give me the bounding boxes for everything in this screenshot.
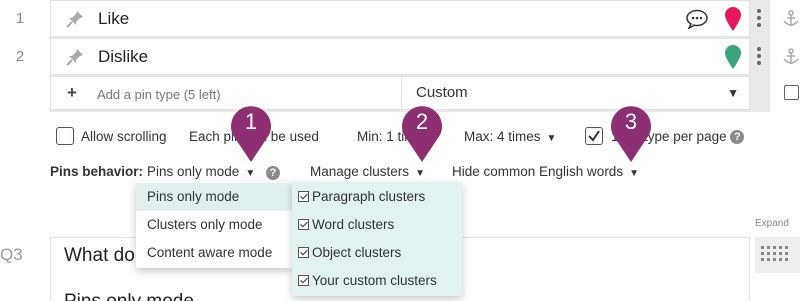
pushpin-icon[interactable]	[66, 10, 84, 28]
menu-item-label: Paragraph clusters	[312, 189, 426, 204]
expand-link[interactable]: Expand	[755, 218, 789, 229]
question-number: Q3	[0, 245, 23, 264]
pin-row-like: 1 Like	[0, 0, 799, 38]
callout-number: 3	[624, 109, 638, 134]
pins-behavior-label: Pins behavior:	[50, 164, 144, 179]
callout-number: 2	[415, 109, 429, 134]
help-icon[interactable]: ?	[266, 166, 280, 180]
menu-item-label: Your custom clusters	[312, 273, 437, 288]
manage-clusters-select[interactable]: Manage clusters ▼	[310, 164, 425, 179]
menu-item-paragraph-clusters[interactable]: Paragraph clusters	[292, 183, 462, 211]
pins-behavior-value: Pins only mode	[147, 164, 240, 179]
anchor-icon[interactable]	[782, 10, 800, 28]
help-icon[interactable]: ?	[730, 130, 745, 145]
hide-words-select[interactable]: Hide common English words ▼	[452, 164, 639, 179]
chevron-down-icon: ▼	[245, 168, 256, 179]
grid-view-button[interactable]	[755, 237, 800, 273]
max-select-value: Max: 4 times	[464, 129, 541, 144]
checkbox-icon	[298, 191, 309, 202]
drag-handle-icon[interactable]	[752, 0, 766, 37]
pin-label[interactable]: Like	[98, 9, 129, 29]
menu-item-pins-only[interactable]: Pins only mode	[136, 183, 292, 211]
pin-marker-icon[interactable]	[724, 44, 742, 70]
menu-item-clusters-only[interactable]: Clusters only mode	[136, 211, 292, 239]
max-select[interactable]: Max: 4 times ▼	[464, 129, 556, 144]
callout-2: 2	[400, 101, 444, 163]
allow-scrolling-label: Allow scrolling	[81, 129, 167, 144]
pin-type-select-value: Custom	[416, 84, 468, 101]
menu-item-content-aware[interactable]: Content aware mode	[136, 239, 292, 267]
chevron-down-icon: ▼	[546, 133, 557, 144]
checkbox-icon	[298, 275, 309, 286]
manage-clusters-menu: Paragraph clusters Word clusters Object …	[292, 182, 462, 296]
comment-icon[interactable]	[685, 9, 709, 29]
checkbox-icon	[298, 247, 309, 258]
manage-clusters-label: Manage clusters	[310, 164, 410, 179]
menu-item-word-clusters[interactable]: Word clusters	[292, 211, 462, 239]
pin-row-box[interactable]: Dislike	[50, 38, 750, 75]
menu-item-custom-clusters[interactable]: Your custom clusters	[292, 267, 462, 295]
type-per-page-checkbox[interactable]	[585, 127, 603, 145]
callout-number: 1	[244, 109, 258, 134]
pin-row-box[interactable]: Like	[50, 0, 750, 37]
question-subtext: Pins only mode	[64, 291, 194, 301]
add-pin-icon[interactable]: +	[67, 83, 77, 103]
pin-list: 1 Like 2 Dislike + Add a pin type (5 lef…	[0, 0, 799, 112]
pushpin-icon[interactable]	[66, 48, 84, 66]
hide-words-label: Hide common English words	[452, 164, 624, 179]
pins-behavior-select[interactable]: Pins only mode ▼	[147, 164, 255, 179]
callout-3: 3	[609, 101, 653, 163]
side-checkbox[interactable]	[784, 85, 799, 100]
pin-row-dislike: 2 Dislike	[0, 38, 799, 76]
chevron-down-icon: ▼	[727, 86, 739, 100]
checkmark-icon	[588, 130, 600, 142]
callout-1: 1	[229, 101, 273, 163]
drag-handle-icon[interactable]	[752, 38, 766, 75]
row-number: 1	[15, 10, 25, 27]
chevron-down-icon: ▼	[629, 168, 639, 179]
menu-item-label: Word clusters	[312, 217, 395, 232]
row-number: 2	[15, 48, 25, 65]
menu-item-label: Object clusters	[312, 245, 402, 260]
allow-scrolling-checkbox[interactable]	[56, 127, 74, 145]
grid-icon	[761, 246, 788, 261]
pin-label[interactable]: Dislike	[98, 47, 148, 67]
checkbox-icon	[298, 219, 309, 230]
pins-behavior-menu: Pins only mode Clusters only mode Conten…	[136, 182, 292, 268]
pin-type-select[interactable]: Custom ▼	[401, 77, 749, 109]
chevron-down-icon: ▼	[415, 168, 425, 179]
pin-marker-icon[interactable]	[724, 6, 742, 32]
anchor-icon[interactable]	[782, 48, 800, 66]
menu-item-object-clusters[interactable]: Object clusters	[292, 239, 462, 267]
